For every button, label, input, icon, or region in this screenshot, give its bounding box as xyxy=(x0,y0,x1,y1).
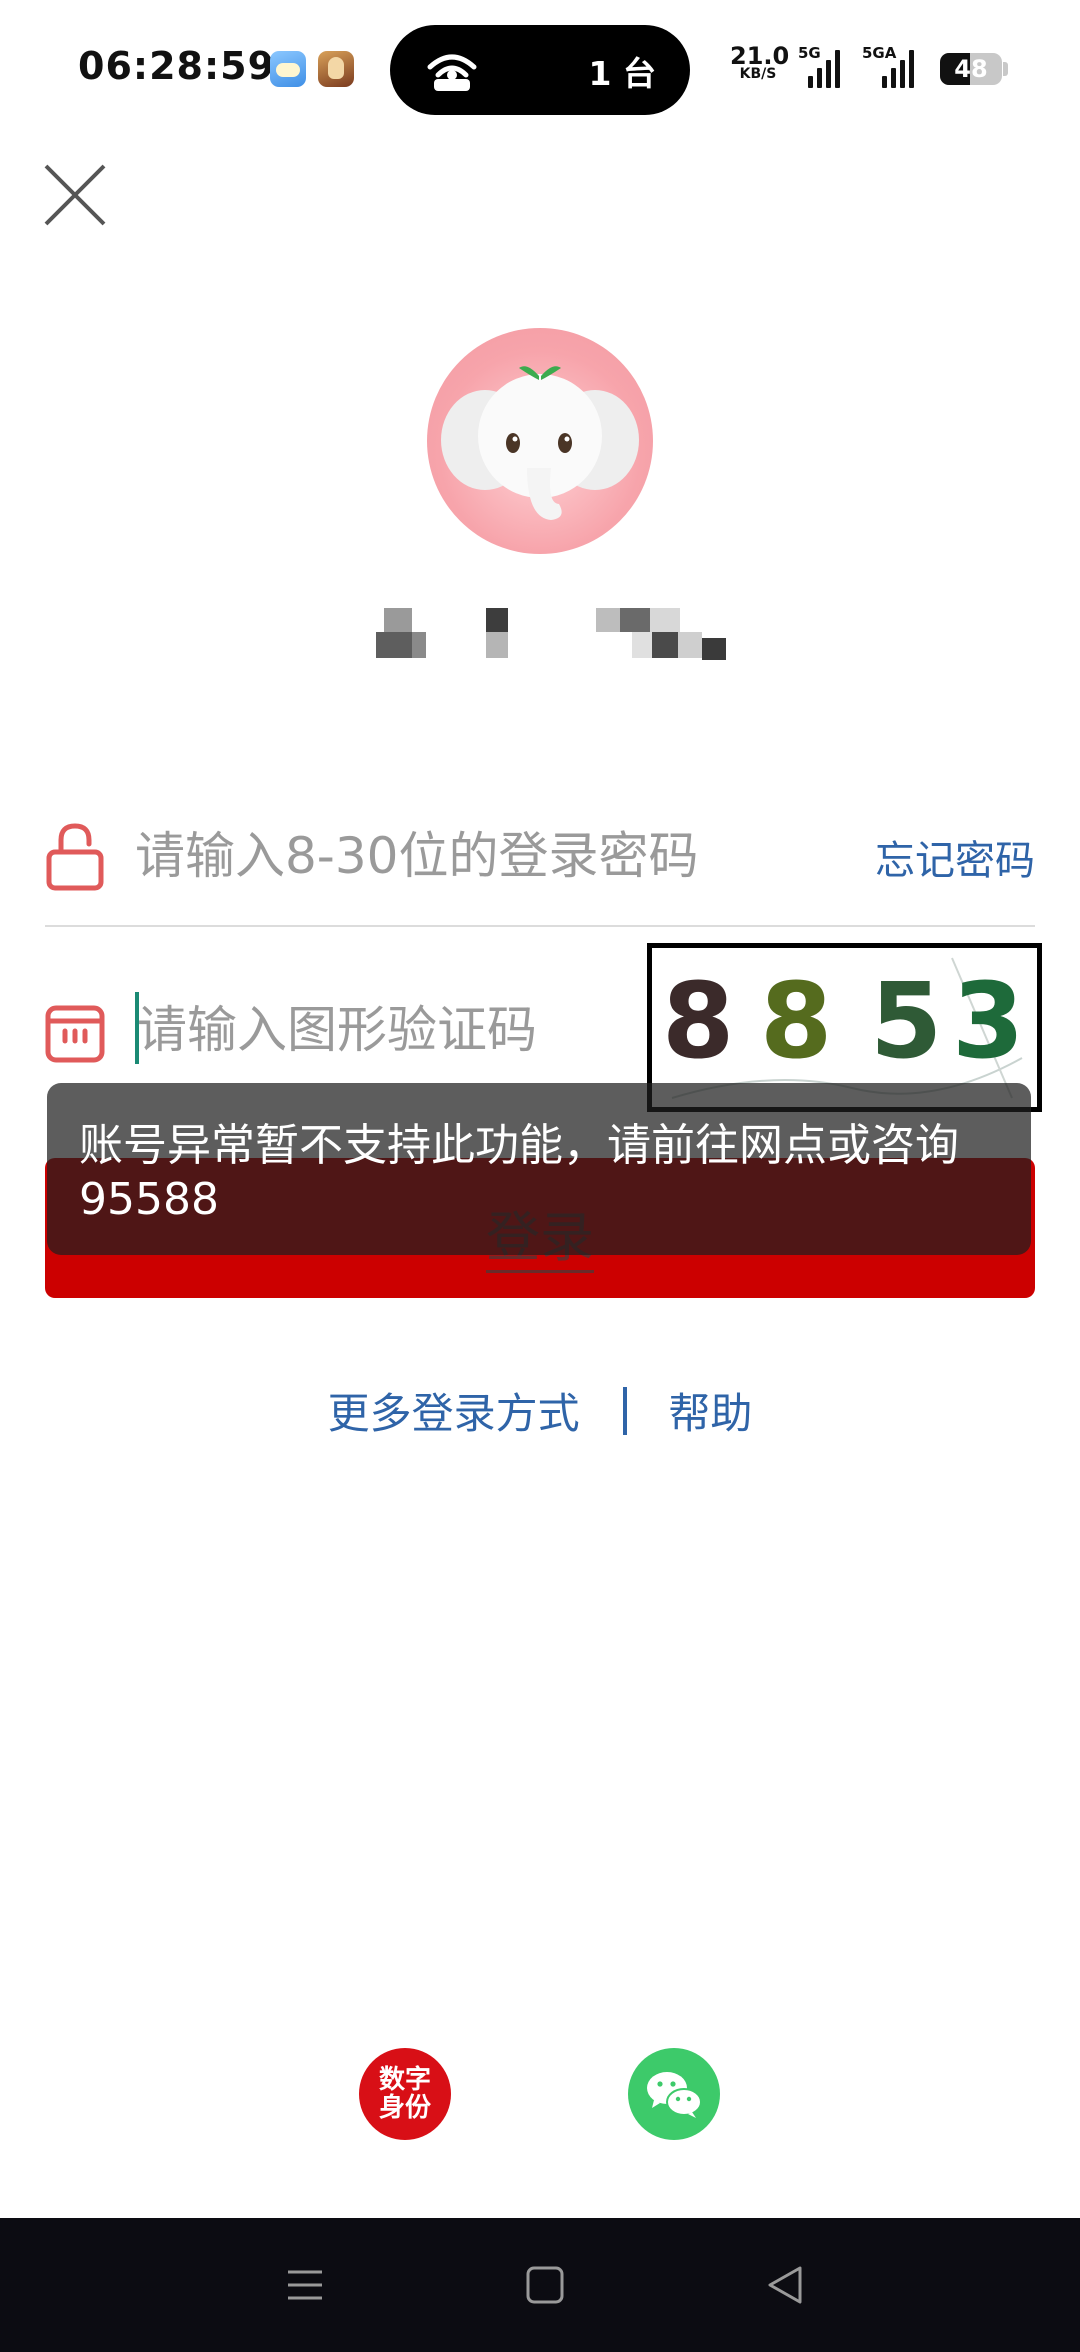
lock-icon xyxy=(46,823,104,891)
error-toast: 账号异常暂不支持此功能，请前往网点或咨询95588 xyxy=(47,1083,1031,1255)
network-speed: 21.0 KB/S xyxy=(730,42,790,80)
battery-cap xyxy=(1003,62,1008,76)
avatar xyxy=(427,328,653,554)
status-time: 06:28:59 xyxy=(78,44,276,88)
signal-5g-icon: 5G xyxy=(798,44,848,88)
wechat-login-button[interactable] xyxy=(628,2048,720,2140)
captcha-digit: 8 xyxy=(662,960,735,1082)
battery-icon: 48 xyxy=(940,53,1002,85)
network-speed-value: 21.0 xyxy=(730,42,790,70)
forgot-password-link[interactable]: 忘记密码 xyxy=(875,828,1035,886)
captcha-input[interactable] xyxy=(137,992,657,1068)
captcha-icon xyxy=(45,1005,105,1063)
wechat-icon xyxy=(647,2072,702,2118)
nav-menu-icon[interactable] xyxy=(280,2260,330,2310)
more-links: 更多登录方式 帮助 xyxy=(0,1380,1080,1441)
hotspot-icon xyxy=(427,54,477,91)
digital-id-line2: 身份 xyxy=(378,2093,431,2123)
nav-back-icon[interactable] xyxy=(760,2260,810,2310)
hotspot-device-count: 1 台 xyxy=(588,54,656,93)
help-link[interactable]: 帮助 xyxy=(668,1380,752,1441)
captcha-digit: 8 xyxy=(760,960,833,1082)
signal-5ga-icon: 5GA xyxy=(862,44,924,88)
battery-percent: 48 xyxy=(954,55,988,83)
dynamic-island[interactable]: 1 台 xyxy=(390,25,690,115)
captcha-digit: 5 xyxy=(870,960,943,1082)
digital-id-line1: 数字 xyxy=(378,2065,431,2095)
close-icon[interactable] xyxy=(40,160,110,230)
password-input[interactable] xyxy=(135,820,795,892)
captcha-digit: 3 xyxy=(952,960,1025,1082)
digital-id-button[interactable]: 数字 身份 xyxy=(359,2048,451,2140)
game-app-icon xyxy=(318,51,354,87)
more-login-methods-link[interactable]: 更多登录方式 xyxy=(328,1380,580,1441)
nav-home-icon[interactable] xyxy=(520,2260,570,2310)
signal-5g-label: 5G xyxy=(798,44,821,62)
link-divider xyxy=(623,1386,627,1435)
weather-app-icon xyxy=(270,51,306,87)
signal-5ga-label: 5GA xyxy=(862,44,897,62)
masked-username xyxy=(376,598,736,662)
system-nav-bar xyxy=(0,2218,1080,2352)
elephant-mascot-icon xyxy=(441,366,639,520)
status-bar: 06:28:59 1 台 21.0 KB/S 5G 5GA 48 xyxy=(0,0,1080,130)
password-row: 忘记密码 xyxy=(45,790,1035,927)
